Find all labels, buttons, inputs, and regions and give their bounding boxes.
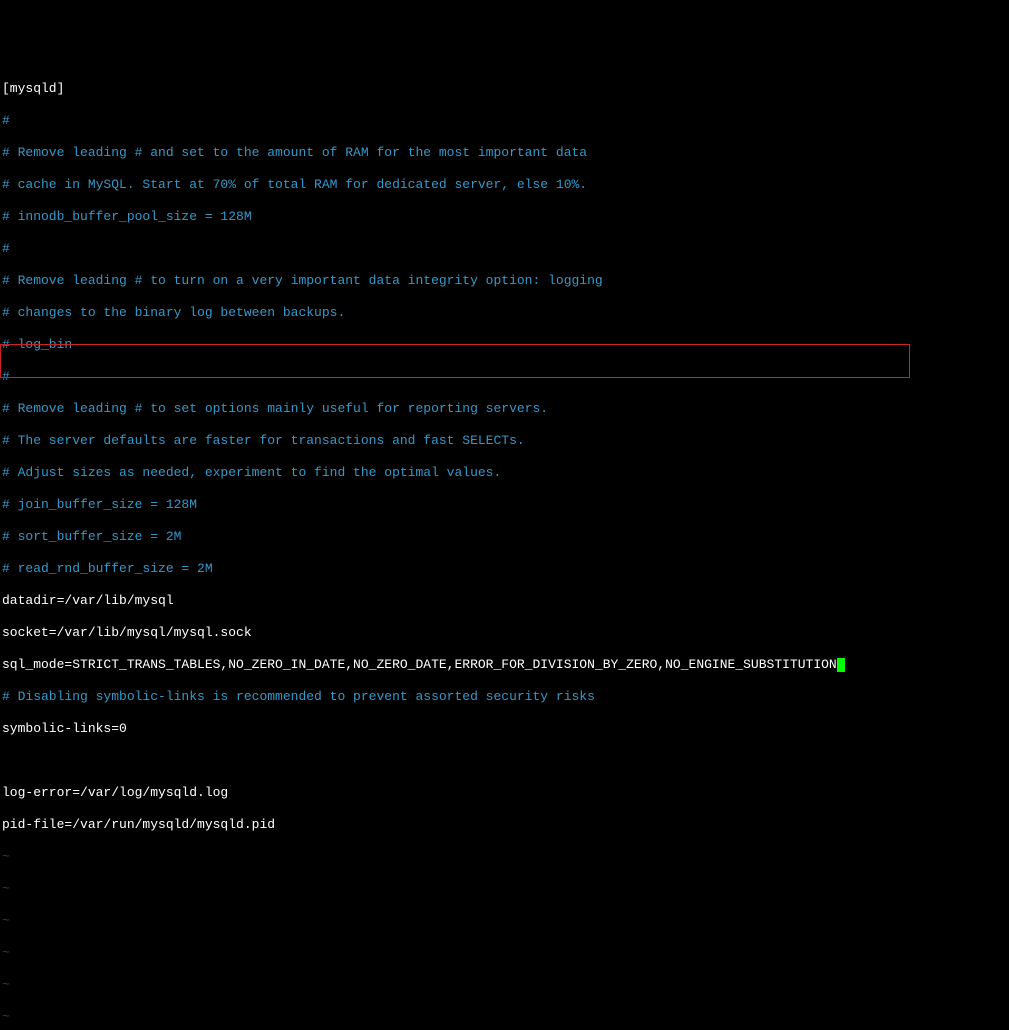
vim-tilde-line: ~ <box>2 881 1007 897</box>
vim-tilde-line: ~ <box>2 849 1007 865</box>
config-setting-pidfile: pid-file=/var/run/mysqld/mysqld.pid <box>2 817 1007 833</box>
config-comment: # read_rnd_buffer_size = 2M <box>2 561 1007 577</box>
sql-mode-text: sql_mode=STRICT_TRANS_TABLES,NO_ZERO_IN_… <box>2 657 837 672</box>
config-comment: # Remove leading # to turn on a very imp… <box>2 273 1007 289</box>
terminal-editor[interactable]: [mysqld] # # Remove leading # and set to… <box>0 64 1009 1030</box>
config-setting-socket: socket=/var/lib/mysql/mysql.sock <box>2 625 1007 641</box>
config-comment: # <box>2 113 1007 129</box>
vim-tilde-line: ~ <box>2 977 1007 993</box>
config-section-header: [mysqld] <box>2 81 1007 97</box>
vim-tilde-line: ~ <box>2 945 1007 961</box>
vim-tilde-line: ~ <box>2 1009 1007 1025</box>
config-setting-sqlmode-highlighted: sql_mode=STRICT_TRANS_TABLES,NO_ZERO_IN_… <box>2 657 1007 673</box>
config-setting-datadir: datadir=/var/lib/mysql <box>2 593 1007 609</box>
blank-line <box>2 753 1007 769</box>
config-comment: # The server defaults are faster for tra… <box>2 433 1007 449</box>
cursor-icon <box>837 658 845 672</box>
config-setting-symlinks: symbolic-links=0 <box>2 721 1007 737</box>
config-comment: # Adjust sizes as needed, experiment to … <box>2 465 1007 481</box>
config-comment: # <box>2 241 1007 257</box>
config-comment: # cache in MySQL. Start at 70% of total … <box>2 177 1007 193</box>
config-comment: # changes to the binary log between back… <box>2 305 1007 321</box>
config-comment: # innodb_buffer_pool_size = 128M <box>2 209 1007 225</box>
config-comment: # Remove leading # to set options mainly… <box>2 401 1007 417</box>
config-setting-logerror: log-error=/var/log/mysqld.log <box>2 785 1007 801</box>
config-comment: # join_buffer_size = 128M <box>2 497 1007 513</box>
config-comment: # Disabling symbolic-links is recommende… <box>2 689 1007 705</box>
config-comment: # sort_buffer_size = 2M <box>2 529 1007 545</box>
config-comment: # Remove leading # and set to the amount… <box>2 145 1007 161</box>
config-comment: # <box>2 369 1007 385</box>
vim-tilde-line: ~ <box>2 913 1007 929</box>
config-comment: # log_bin <box>2 337 1007 353</box>
